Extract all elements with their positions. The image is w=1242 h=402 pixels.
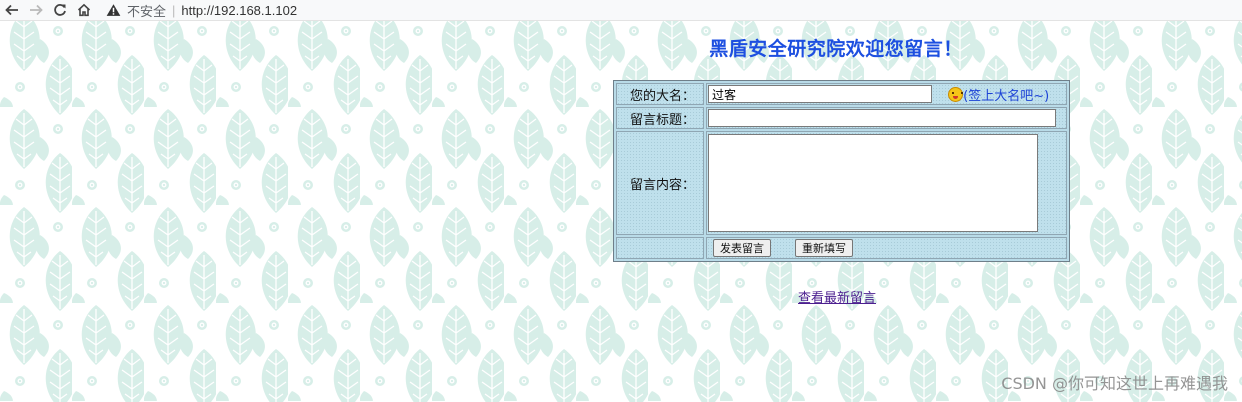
name-hint-text: (签上大名吧~)	[963, 88, 1050, 104]
subject-row: 留言标题：	[616, 107, 1067, 129]
address-bar[interactable]: 不安全 | http://192.168.1.102	[106, 0, 297, 20]
reload-icon[interactable]	[48, 0, 72, 20]
watermark: CSDN @你可知这世上再难遇我	[1001, 374, 1228, 393]
actions-cell: 发表留言 重新填写	[706, 237, 1067, 259]
forward-icon[interactable]	[24, 0, 48, 20]
guestbook-form: 您的大名： (签上大名吧~) 留言标题： 留言内容： 发表留言 重新填写	[613, 80, 1070, 262]
security-label: 不安全	[127, 3, 167, 19]
actions-empty-cell	[616, 237, 704, 259]
subject-cell	[706, 107, 1067, 129]
back-icon[interactable]	[0, 0, 24, 20]
warning-icon	[106, 4, 121, 16]
subject-label: 留言标题：	[616, 107, 704, 129]
browser-toolbar: 不安全 | http://192.168.1.102	[0, 0, 1242, 21]
name-label: 您的大名：	[616, 83, 704, 105]
page-title: 黑盾安全研究院欢迎您留言！	[709, 38, 963, 60]
name-hint: (签上大名吧~)	[948, 86, 1050, 104]
subject-input[interactable]	[708, 109, 1056, 127]
content-row: 留言内容：	[616, 131, 1067, 235]
submit-button[interactable]: 发表留言	[713, 239, 771, 257]
address-divider: |	[172, 2, 176, 18]
name-row: 您的大名： (签上大名吧~)	[616, 83, 1067, 105]
actions-row: 发表留言 重新填写	[616, 237, 1067, 259]
reset-button[interactable]: 重新填写	[795, 239, 853, 257]
content-cell	[706, 131, 1067, 235]
content-textarea[interactable]	[708, 134, 1038, 232]
name-input[interactable]	[708, 85, 932, 103]
home-icon[interactable]	[72, 0, 96, 20]
content-label: 留言内容：	[616, 131, 704, 235]
page-body: 黑盾安全研究院欢迎您留言！ 您的大名： (签上大名吧~) 留言标题： 留言内容：…	[0, 21, 1242, 402]
url-text: http://192.168.1.102	[181, 2, 298, 18]
view-latest-link[interactable]: 查看最新留言	[798, 287, 876, 306]
name-cell: (签上大名吧~)	[706, 83, 1067, 105]
smiley-icon	[948, 86, 964, 102]
